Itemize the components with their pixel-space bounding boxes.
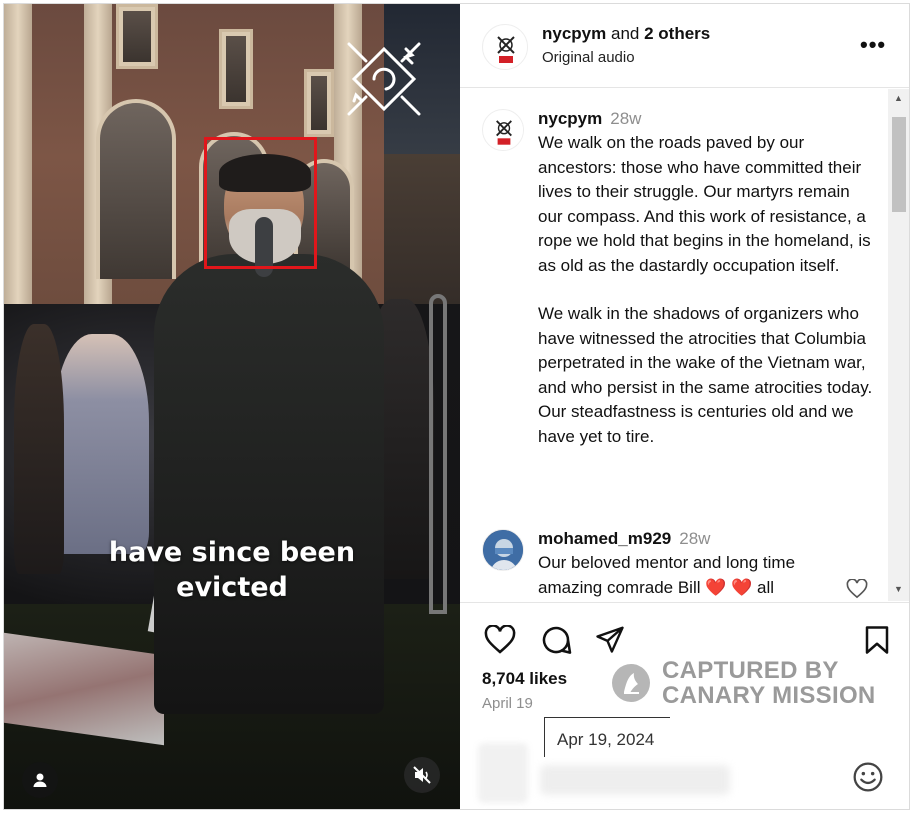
more-icon: ••• xyxy=(860,32,887,57)
logo-watermark-icon xyxy=(347,42,421,116)
scroll-down-icon[interactable]: ▼ xyxy=(894,584,903,594)
canary-logo-icon xyxy=(612,664,650,702)
post-date[interactable]: April 19 xyxy=(482,695,533,712)
heart-icon[interactable] xyxy=(484,625,516,655)
blurred-comment-input[interactable] xyxy=(540,765,730,795)
other-authors-link[interactable]: 2 others xyxy=(644,24,710,43)
org-logo-icon xyxy=(483,110,523,150)
video-player[interactable]: have since been evicted xyxy=(4,4,460,809)
video-caption-line2: evicted xyxy=(176,572,288,603)
comment-avatar[interactable] xyxy=(482,109,524,151)
blurred-avatar xyxy=(478,743,528,803)
comments-list[interactable]: nycpym 28w We walk on the roads paved by … xyxy=(460,89,909,601)
authors-connector: and xyxy=(610,24,640,43)
window xyxy=(116,4,158,69)
watermark-line-1: CAPTURED BY xyxy=(662,657,839,684)
comment-username[interactable]: nycpym 28w xyxy=(538,109,641,129)
post-authors: nycpym and 2 others xyxy=(542,24,710,44)
comment-icon[interactable] xyxy=(540,624,572,656)
window xyxy=(304,69,334,137)
author-avatar[interactable] xyxy=(482,24,528,70)
comment-text: We walk on the roads paved by our ancest… xyxy=(538,131,878,449)
user-icon xyxy=(33,773,47,787)
caption-paragraph-1: We walk on the roads paved by our ancest… xyxy=(538,133,871,275)
audio-label[interactable]: Original audio xyxy=(542,49,635,66)
scrollbar-thumb[interactable] xyxy=(892,117,906,212)
watermark-line-2: CANARY MISSION xyxy=(662,682,876,709)
comment-text: Our beloved mentor and long time amazing… xyxy=(538,551,878,600)
comment-username[interactable]: mohamed_m929 28w xyxy=(538,529,710,549)
author-username[interactable]: nycpym xyxy=(542,24,606,43)
emoji-icon[interactable] xyxy=(852,761,884,793)
like-comment-heart-icon[interactable] xyxy=(846,579,868,599)
watermark: CAPTURED BY CANARY MISSION xyxy=(610,658,876,708)
person xyxy=(54,334,149,554)
highlight-box xyxy=(204,137,317,269)
post-sidebar: nycpym and 2 others Original audio ••• n… xyxy=(460,4,909,809)
comments-scrollbar[interactable]: ▲ ▼ xyxy=(888,89,909,601)
arched-window xyxy=(96,99,176,279)
heart-emojis: ❤️ ❤️ xyxy=(705,577,753,597)
more-options-button[interactable]: ••• xyxy=(860,32,886,58)
share-icon[interactable] xyxy=(594,624,626,654)
comment-line-2: amazing comrade Bill ❤️ ❤️ all xyxy=(538,577,775,597)
speaker xyxy=(154,254,384,714)
bookmark-icon[interactable] xyxy=(864,625,890,655)
post-actions: 8,704 likes April 19 CAPTURED BY CANARY … xyxy=(460,602,909,809)
comment-avatar[interactable] xyxy=(482,529,524,571)
post-header: nycpym and 2 others Original audio ••• xyxy=(460,4,909,88)
tagged-user-button[interactable] xyxy=(22,762,58,798)
scroll-up-icon[interactable]: ▲ xyxy=(894,93,903,103)
caption-paragraph-2: We walk in the shadows of organizers who… xyxy=(538,304,873,446)
org-logo-icon xyxy=(484,26,527,69)
date-tooltip: Apr 19, 2024 xyxy=(544,717,670,757)
likes-count[interactable]: 8,704 likes xyxy=(482,669,567,689)
comment-age: 28w xyxy=(679,529,711,548)
comment-age: 28w xyxy=(610,109,642,128)
mute-button[interactable] xyxy=(404,757,440,793)
video-caption-line1: have since been xyxy=(108,537,356,568)
user-photo-icon xyxy=(483,530,523,570)
column xyxy=(4,4,32,344)
mute-icon xyxy=(413,766,431,784)
comment-line-1: Our beloved mentor and long time xyxy=(538,553,796,572)
post-frame: have since been evicted nycpym and 2 oth… xyxy=(3,3,910,810)
window xyxy=(219,29,253,109)
